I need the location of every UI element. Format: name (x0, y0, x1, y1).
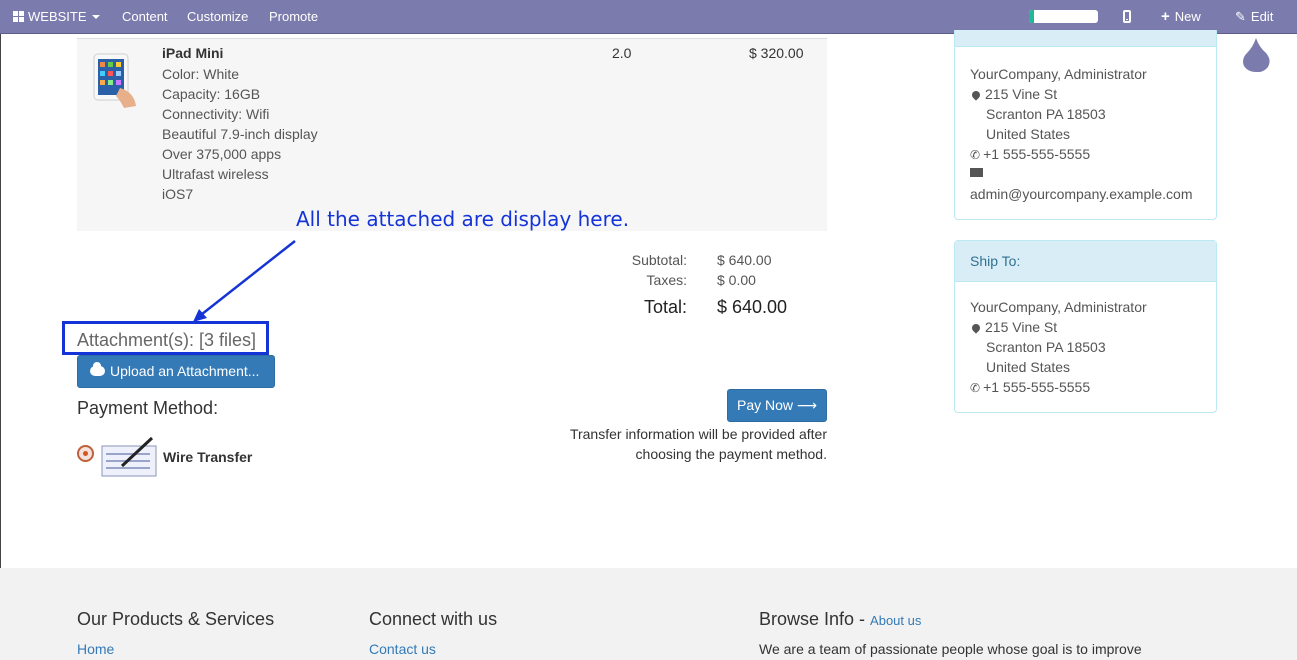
envelope-icon (970, 168, 983, 177)
total-label: Total: (643, 297, 687, 317)
progress-fill (1029, 10, 1034, 23)
ship-to-title: Ship To: (955, 241, 1216, 282)
phone-icon: ✆ (970, 381, 981, 395)
footer-browse-title: Browse Info - About us (759, 609, 922, 629)
bill-to-name: YourCompany, Administrator (970, 66, 1147, 82)
map-marker-icon (970, 89, 982, 101)
annotation-arrow (193, 240, 296, 322)
ship-to-country: United States (986, 359, 1071, 375)
pencil-icon: ✎ (1235, 9, 1246, 24)
edit-button-label: Edit (1250, 9, 1274, 24)
attachments-label: Attachment(s): [3 files] (77, 330, 257, 350)
bill-to-street-row: 215 Vine St (970, 86, 1057, 102)
phone-icon: ✆ (970, 148, 981, 162)
footer-browse-text: We are a team of passionate people whose… (759, 641, 1142, 657)
footer-contact-link[interactable]: Contact us (369, 641, 436, 657)
subtotal-label: Subtotal: (631, 252, 687, 268)
footer-about-link[interactable]: About us (870, 613, 921, 628)
ship-to-city: Scranton PA 18503 (986, 339, 1106, 355)
ship-to-street: 215 Vine St (985, 319, 1058, 335)
wire-transfer-label[interactable]: Wire Transfer (163, 449, 252, 465)
edit-button[interactable]: ✎ Edit (1235, 0, 1273, 34)
subtotal-value: $ 640.00 (717, 252, 772, 268)
mobile-preview-icon[interactable] (1123, 10, 1131, 23)
footer-connect-title: Connect with us (369, 609, 498, 629)
transfer-info-line: Transfer information will be provided af… (569, 426, 827, 442)
total-value: $ 640.00 (717, 297, 788, 317)
taxes-label: Taxes: (646, 272, 687, 288)
bill-to-city: Scranton PA 18503 (986, 106, 1106, 122)
bill-to-email: admin@yourcompany.example.com (970, 186, 1193, 202)
pay-now-button[interactable]: Pay Now ⟶ (727, 389, 827, 422)
ship-to-phone-row: ✆ +1 555-555-5555 (970, 379, 1090, 395)
taxes-value: $ 0.00 (717, 272, 756, 288)
bill-to-street: 215 Vine St (985, 86, 1058, 102)
cloud-upload-icon (90, 362, 105, 376)
progress-bar (1029, 10, 1098, 23)
annotation-text: All the attached are display here. (296, 207, 630, 231)
product-price: $ 320.00 (749, 45, 804, 61)
product-quantity: 2.0 (612, 45, 632, 61)
ship-to-street-row: 215 Vine St (970, 319, 1057, 335)
transfer-info-line: choosing the payment method. (635, 446, 827, 462)
map-marker-icon (970, 322, 982, 334)
wire-transfer-radio[interactable] (77, 445, 94, 462)
bill-to-phone: +1 555-555-5555 (983, 146, 1091, 162)
footer-home-link[interactable]: Home (77, 641, 114, 657)
bill-to-country: United States (986, 126, 1071, 142)
ship-to-phone: +1 555-555-5555 (983, 379, 1091, 395)
footer-products-title: Our Products & Services (77, 609, 275, 629)
bill-to-phone-row: ✆ +1 555-555-5555 (970, 146, 1090, 162)
upload-attachment-button[interactable]: Upload an Attachment... (77, 355, 275, 388)
bill-to-panel-head (955, 30, 1216, 47)
transfer-info: Transfer information will be provided af… (540, 424, 827, 464)
upload-attachment-label: Upload an Attachment... (110, 363, 260, 379)
ship-to-name: YourCompany, Administrator (970, 299, 1147, 315)
plus-icon: + (1161, 8, 1170, 25)
new-button-label: New (1174, 9, 1201, 24)
browse-info-title: Browse Info (759, 609, 855, 629)
droplet-icon[interactable] (1242, 38, 1270, 72)
new-button[interactable]: + New (1161, 0, 1201, 34)
payment-method-title: Payment Method: (77, 398, 219, 418)
wire-transfer-cheque-icon (101, 436, 157, 477)
